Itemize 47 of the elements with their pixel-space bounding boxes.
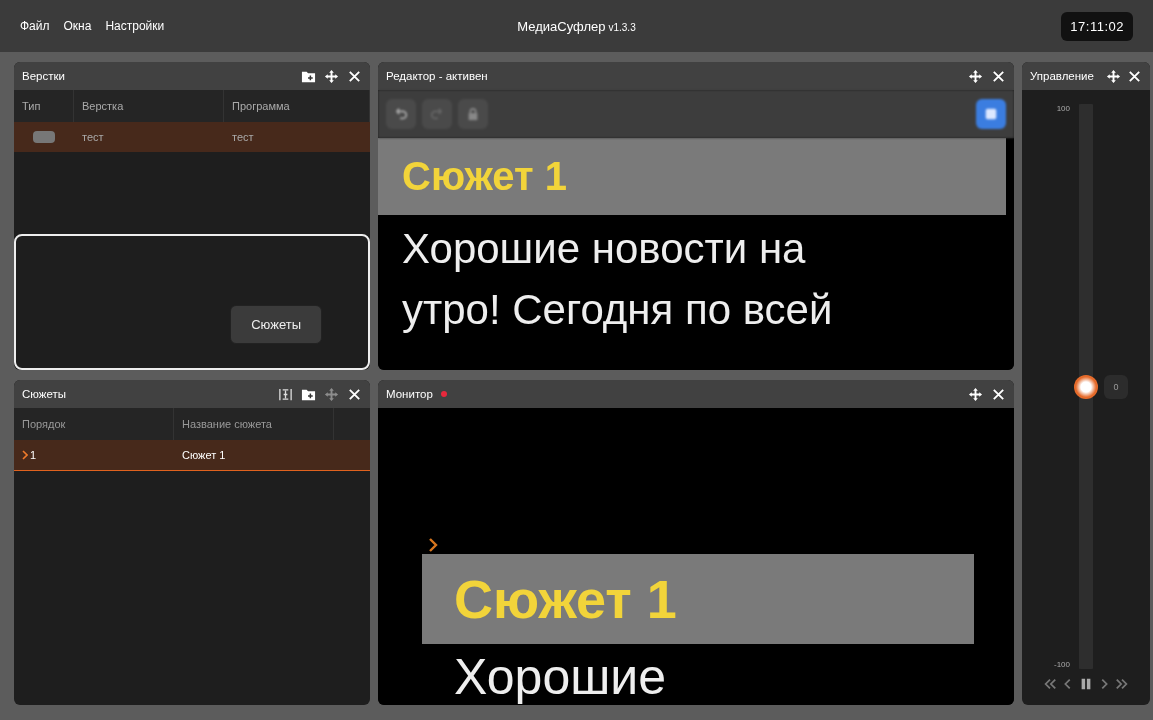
story-title: Сюжет 1 — [378, 138, 1006, 215]
app-version: v1.3.3 — [608, 21, 636, 33]
close-icon[interactable] — [991, 68, 1006, 84]
undo-button[interactable] — [386, 99, 416, 129]
rewind-icon[interactable] — [1043, 677, 1057, 691]
slider-max-label: 100 — [1055, 104, 1071, 113]
menu-item[interactable]: Файл — [20, 19, 50, 33]
menu-item[interactable]: Окна — [63, 19, 92, 33]
columns-icon[interactable] — [278, 386, 293, 402]
close-icon[interactable] — [1127, 68, 1142, 84]
menu-item[interactable]: Настройки — [105, 19, 165, 33]
table-cell: 1 — [30, 449, 37, 461]
pause-icon[interactable] — [1079, 677, 1093, 691]
fast-forward-icon[interactable] — [1115, 677, 1129, 691]
move-icon[interactable] — [968, 386, 983, 402]
lock-button[interactable] — [458, 99, 488, 129]
clock: 17:11:02 — [1061, 11, 1133, 41]
slider-min-label: -100 — [1053, 660, 1071, 669]
table-row[interactable]: тест тест — [14, 122, 370, 152]
chevron-icon — [22, 450, 28, 460]
table-cell: тест — [82, 131, 104, 143]
script-line: Хорошие новости на — [401, 224, 807, 274]
undo-icon — [394, 107, 408, 121]
panel-title: Монитор — [386, 388, 433, 400]
move-icon[interactable] — [968, 68, 983, 84]
close-icon[interactable] — [347, 68, 362, 84]
square-icon — [984, 107, 998, 121]
table-row[interactable]: 1 Сюжет 1 — [14, 440, 370, 471]
panel-title: Редактор - активен — [386, 70, 488, 82]
save-button[interactable] — [976, 99, 1006, 129]
app-title: МедиаСуфлер — [517, 18, 606, 34]
move-icon[interactable] — [324, 68, 339, 84]
panel-title: Управление — [1030, 70, 1094, 82]
table-cell: тест — [232, 131, 254, 143]
slider-thumb[interactable] — [1074, 374, 1098, 399]
panel-title: Сюжеты — [22, 388, 67, 400]
toggle-icon[interactable] — [33, 131, 55, 143]
move-icon[interactable] — [1106, 68, 1121, 84]
panel-title: Верстки — [22, 70, 65, 82]
table-cell: Сюжет 1 — [182, 449, 226, 461]
stories-button[interactable]: Сюжеты — [230, 305, 322, 344]
close-icon[interactable] — [991, 386, 1006, 402]
script-line: утро! Сегодня по всей — [401, 284, 834, 335]
lock-icon — [466, 107, 480, 121]
script-line: Хорошие — [453, 648, 668, 705]
reset-button[interactable]: 0 — [1104, 374, 1128, 399]
close-icon[interactable] — [347, 386, 362, 402]
